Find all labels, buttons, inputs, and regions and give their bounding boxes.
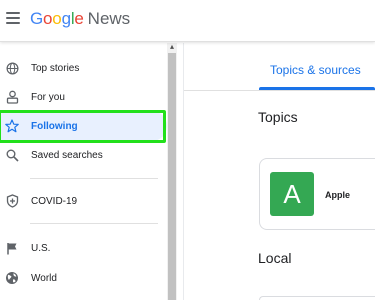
topic-name: Apple <box>325 190 351 200</box>
sidebar-divider <box>30 223 158 224</box>
sidebar-item-saved-searches[interactable]: Saved searches <box>0 140 167 170</box>
news-wordmark: News <box>87 9 131 28</box>
flag-icon <box>5 241 19 255</box>
scrollbar-thumb[interactable] <box>168 53 176 300</box>
sidebar-item-label: COVID-19 <box>31 195 78 207</box>
main-content: Topics & sources Topics A Apple Local <box>177 43 375 300</box>
local-heading: Local <box>258 250 292 266</box>
sidebar-item-label: U.S. <box>31 242 51 254</box>
tab-bar-divider <box>184 90 375 91</box>
sidebar-item-label: Following <box>31 120 78 132</box>
local-card-edge <box>259 296 375 300</box>
scroll-up-arrow-icon[interactable]: ▴ <box>169 43 175 51</box>
shield-icon <box>5 194 19 208</box>
sidebar-nav: Top stories For you Following Saved sear… <box>0 43 167 300</box>
topic-card-apple[interactable]: A Apple <box>259 158 375 230</box>
globe-icon <box>5 61 19 75</box>
tab-topics-and-sources[interactable]: Topics & sources <box>270 63 361 77</box>
sidebar-item-for-you[interactable]: For you <box>0 82 167 112</box>
world-icon <box>5 271 19 285</box>
person-icon <box>5 90 19 104</box>
star-icon <box>5 119 19 133</box>
top-app-bar: Google News <box>0 0 375 42</box>
content-edge <box>183 43 184 300</box>
google-wordmark: Google <box>30 9 84 28</box>
sidebar-item-top-stories[interactable]: Top stories <box>0 53 167 83</box>
search-icon <box>5 148 19 162</box>
topics-heading: Topics <box>258 109 298 125</box>
hamburger-menu-icon[interactable] <box>6 12 20 24</box>
sidebar-item-world[interactable]: World <box>0 263 167 293</box>
sidebar-scrollbar[interactable]: ▴ <box>167 43 177 300</box>
sidebar-item-label: Saved searches <box>31 149 103 161</box>
sidebar-item-label: Top stories <box>31 62 80 74</box>
sidebar-item-label: For you <box>31 91 65 103</box>
sidebar-item-covid-19[interactable]: COVID-19 <box>0 186 167 216</box>
google-news-logo[interactable]: Google News <box>30 9 130 31</box>
sidebar-divider <box>30 178 158 179</box>
topic-avatar: A <box>270 172 314 216</box>
sidebar-item-label: World <box>31 272 57 284</box>
sidebar-item-following[interactable]: Following <box>0 111 167 141</box>
sidebar-item-us[interactable]: U.S. <box>0 233 167 263</box>
